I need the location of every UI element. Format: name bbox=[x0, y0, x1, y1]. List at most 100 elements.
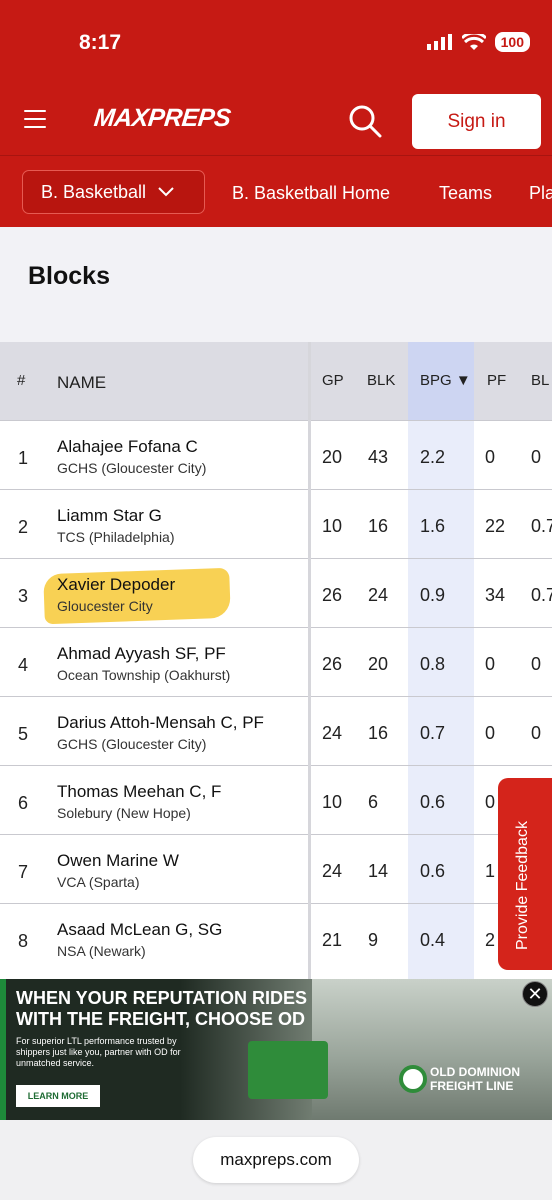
sign-in-button[interactable]: Sign in bbox=[412, 94, 541, 149]
menu-icon[interactable] bbox=[24, 110, 46, 128]
cell-bl: 0 bbox=[531, 447, 542, 467]
cell-gp: 26 bbox=[322, 585, 343, 605]
cell-bpg: 2.2 bbox=[420, 447, 446, 467]
cell-blk: 6 bbox=[368, 792, 379, 812]
cell-gp: 10 bbox=[322, 792, 343, 812]
search-icon bbox=[349, 105, 382, 138]
table-row[interactable]: 1 Alahajee Fofana C GCHS (Gloucester Cit… bbox=[0, 420, 552, 489]
cell-blk: 14 bbox=[368, 861, 389, 881]
chevron-down-icon bbox=[158, 187, 174, 197]
od-logo-icon bbox=[399, 1065, 427, 1093]
cell-pf: 22 bbox=[485, 516, 506, 536]
col-name[interactable]: NAME bbox=[57, 373, 106, 393]
cell-blk: 24 bbox=[368, 585, 389, 605]
table-row[interactable]: 2 Liamm Star G TCS (Philadelphia) 10 16 … bbox=[0, 489, 552, 558]
col-bl[interactable]: BL bbox=[531, 372, 549, 389]
player-name[interactable]: Xavier Depoder bbox=[57, 575, 175, 595]
cell-gp: 10 bbox=[322, 516, 343, 536]
cell-bpg: 0.6 bbox=[420, 861, 446, 881]
player-name[interactable]: Darius Attoh-Mensah C, PF bbox=[57, 713, 264, 733]
forklift-image bbox=[248, 1041, 328, 1099]
row-rank: 6 bbox=[18, 793, 29, 813]
provide-feedback-button[interactable]: Provide Feedback bbox=[498, 778, 552, 970]
sport-selector[interactable]: B. Basketball bbox=[22, 170, 205, 214]
cell-gp: 24 bbox=[322, 723, 343, 743]
row-rank: 5 bbox=[18, 724, 29, 744]
page-title: Blocks bbox=[28, 262, 110, 290]
cell-bpg: 0.9 bbox=[420, 585, 446, 605]
player-name[interactable]: Liamm Star G bbox=[57, 506, 162, 526]
ad-learn-more-button[interactable]: LEARN MORE bbox=[16, 1085, 100, 1107]
app-header: 8:17 100 MAXPREPS Sign in bbox=[0, 0, 552, 155]
cell-bpg: 0.6 bbox=[420, 792, 446, 812]
player-name[interactable]: Asaad McLean G, SG bbox=[57, 920, 222, 940]
row-rank: 7 bbox=[18, 862, 29, 882]
cell-pf: 1 bbox=[485, 861, 496, 881]
table-row[interactable]: 8 Asaad McLean G, SG NSA (Newark) 21 9 0… bbox=[0, 903, 552, 972]
ad-brand-line2: FREIGHT LINE bbox=[430, 1079, 514, 1093]
cell-bpg: 0.8 bbox=[420, 654, 446, 674]
player-school[interactable]: Gloucester City bbox=[57, 598, 153, 614]
player-school[interactable]: GCHS (Gloucester City) bbox=[57, 460, 206, 476]
nav-teams[interactable]: Teams bbox=[439, 183, 492, 204]
col-rank: # bbox=[17, 372, 26, 389]
player-name[interactable]: Thomas Meehan C, F bbox=[57, 782, 221, 802]
col-gp[interactable]: GP bbox=[322, 372, 344, 389]
player-name[interactable]: Alahajee Fofana C bbox=[57, 437, 198, 457]
nav-players[interactable]: Pla bbox=[529, 183, 552, 204]
player-school[interactable]: GCHS (Gloucester City) bbox=[57, 736, 206, 752]
ad-brand: OLD DOMINION FREIGHT LINE bbox=[430, 1065, 520, 1093]
cell-blk: 16 bbox=[368, 516, 389, 536]
status-icons: 100 bbox=[426, 32, 530, 52]
cell-gp: 24 bbox=[322, 861, 343, 881]
search-button[interactable] bbox=[346, 102, 384, 140]
signal-icon bbox=[426, 34, 452, 50]
ad-body: For superior LTL performance trusted by … bbox=[16, 1036, 181, 1068]
cell-pf: 0 bbox=[485, 792, 496, 812]
ad-warehouse-image bbox=[312, 979, 552, 1120]
player-school[interactable]: Solebury (New Hope) bbox=[57, 805, 191, 821]
row-rank: 8 bbox=[18, 931, 29, 951]
cell-bl: 0 bbox=[531, 654, 542, 674]
wifi-icon bbox=[461, 33, 486, 50]
player-school[interactable]: NSA (Newark) bbox=[57, 943, 146, 959]
cell-blk: 43 bbox=[368, 447, 389, 467]
player-name[interactable]: Owen Marine W bbox=[57, 851, 179, 871]
cell-blk: 20 bbox=[368, 654, 389, 674]
player-school[interactable]: TCS (Philadelphia) bbox=[57, 529, 175, 545]
ad-brand-line1: OLD DOMINION bbox=[430, 1065, 520, 1079]
sport-subnav: B. Basketball B. Basketball Home Teams P… bbox=[0, 155, 552, 227]
cell-gp: 21 bbox=[322, 930, 343, 950]
nav-basketball-home[interactable]: B. Basketball Home bbox=[232, 183, 390, 204]
cell-pf: 0 bbox=[485, 654, 496, 674]
title-area: Blocks bbox=[0, 227, 552, 342]
col-bpg[interactable]: BPG ▼ bbox=[420, 372, 471, 389]
cell-bl: 0.7 bbox=[531, 516, 552, 536]
table-row[interactable]: 6 Thomas Meehan C, F Solebury (New Hope)… bbox=[0, 765, 552, 834]
ad-headline: WHEN YOUR REPUTATION RIDES WITH THE FREI… bbox=[16, 988, 308, 1029]
cell-blk: 9 bbox=[368, 930, 379, 950]
col-pf[interactable]: PF bbox=[487, 372, 506, 389]
cell-pf: 2 bbox=[485, 930, 496, 950]
close-icon[interactable]: ✕ bbox=[522, 981, 548, 1007]
url-bar[interactable]: maxpreps.com bbox=[193, 1137, 359, 1183]
table-row[interactable]: 3 Xavier Depoder Gloucester City 26 24 0… bbox=[0, 558, 552, 627]
table-row[interactable]: 7 Owen Marine W VCA (Sparta) 24 14 0.6 1 bbox=[0, 834, 552, 903]
cell-bpg: 0.7 bbox=[420, 723, 446, 743]
cell-blk: 16 bbox=[368, 723, 389, 743]
cell-bl: 0.7 bbox=[531, 585, 552, 605]
browser-toolbar: maxpreps.com bbox=[0, 1120, 552, 1200]
table-row[interactable]: 4 Ahmad Ayyash SF, PF Ocean Township (Oa… bbox=[0, 627, 552, 696]
player-school[interactable]: VCA (Sparta) bbox=[57, 874, 139, 890]
table-row[interactable]: 5 Darius Attoh-Mensah C, PF GCHS (Glouce… bbox=[0, 696, 552, 765]
stats-table: # NAME GP BLK BPG ▼ PF BL 1 Alahajee Fof… bbox=[0, 342, 552, 979]
cell-bl: 0 bbox=[531, 723, 542, 743]
ad-banner[interactable]: WHEN YOUR REPUTATION RIDES WITH THE FREI… bbox=[0, 979, 552, 1120]
cell-bpg: 1.6 bbox=[420, 516, 446, 536]
row-rank: 3 bbox=[18, 586, 29, 606]
col-blk[interactable]: BLK bbox=[367, 372, 395, 389]
player-school[interactable]: Ocean Township (Oakhurst) bbox=[57, 667, 230, 683]
maxpreps-logo[interactable]: MAXPREPS bbox=[92, 104, 232, 133]
player-name[interactable]: Ahmad Ayyash SF, PF bbox=[57, 644, 226, 664]
row-rank: 2 bbox=[18, 517, 29, 537]
